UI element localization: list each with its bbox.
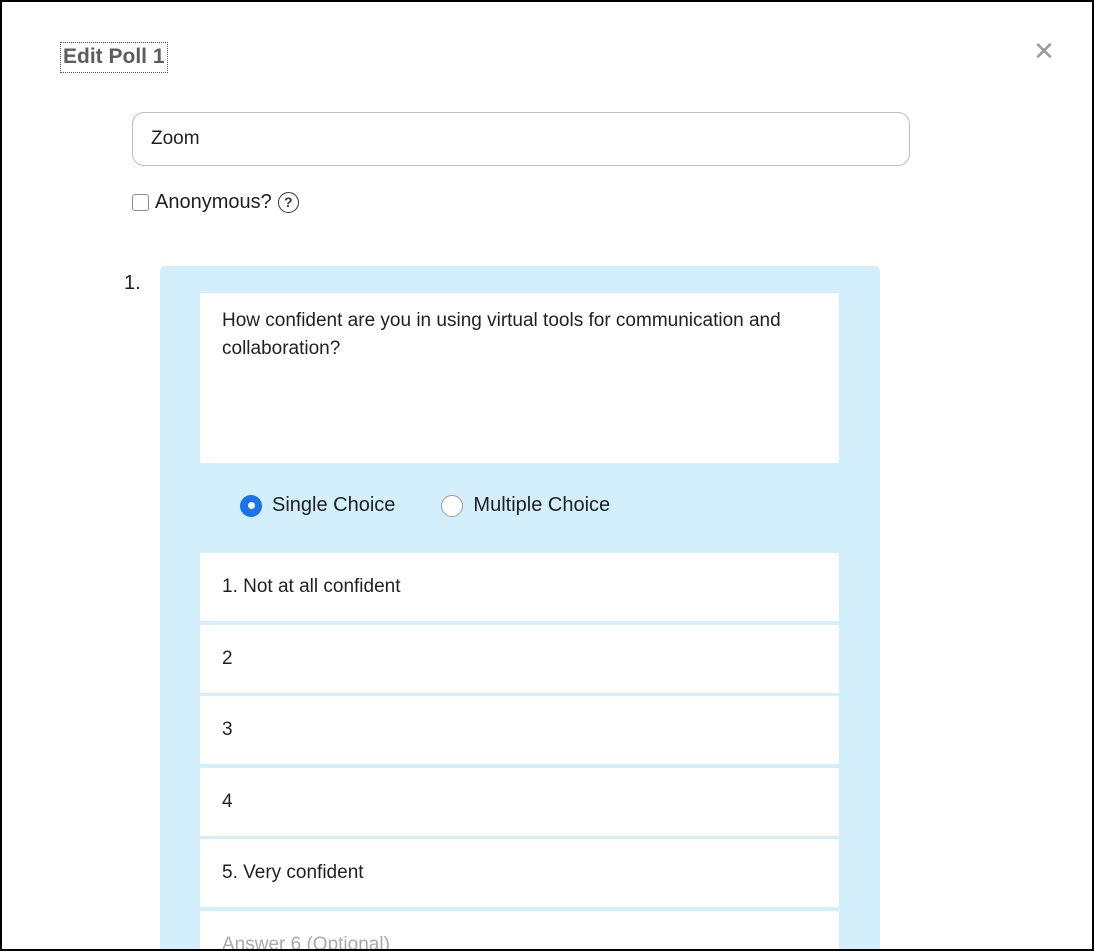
answer-field-4[interactable]: 4 [200, 767, 839, 836]
single-choice-radio[interactable] [240, 494, 262, 517]
choice-type-row: Single Choice Multiple Choice [240, 494, 656, 517]
single-choice-label: Single Choice [272, 494, 396, 516]
answer-field-1[interactable]: 1. Not at all confident [200, 553, 839, 621]
anonymous-checkbox[interactable] [132, 193, 149, 211]
multiple-choice-label: Multiple Choice [473, 494, 611, 516]
dialog-title: Edit Poll 1 [60, 42, 168, 73]
question-number: 1. [124, 272, 141, 294]
multiple-choice-radio[interactable] [441, 494, 464, 517]
question-circle-icon[interactable]: ? [277, 191, 299, 213]
answer-field-2[interactable]: 2 [200, 624, 839, 693]
answer-field-6[interactable]: Answer 6 (Optional) [200, 910, 839, 949]
question-card: How confident are you in using virtual t… [160, 266, 880, 949]
answer-list: 1. Not at all confident 2 3 4 5. Very co… [200, 553, 839, 949]
answer-field-3[interactable]: 3 [200, 696, 839, 764]
anonymous-label: Anonymous? [155, 190, 272, 213]
question-text-field[interactable]: How confident are you in using virtual t… [200, 293, 839, 463]
anonymous-row: Anonymous? ? [132, 188, 299, 216]
edit-poll-dialog: Edit Poll 1 ✕ Anonymous? ? 1. How confid… [0, 0, 1094, 951]
answer-field-5[interactable]: 5. Very confident [200, 839, 839, 907]
poll-title-input[interactable] [132, 112, 910, 166]
close-icon[interactable]: ✕ [1030, 38, 1058, 66]
